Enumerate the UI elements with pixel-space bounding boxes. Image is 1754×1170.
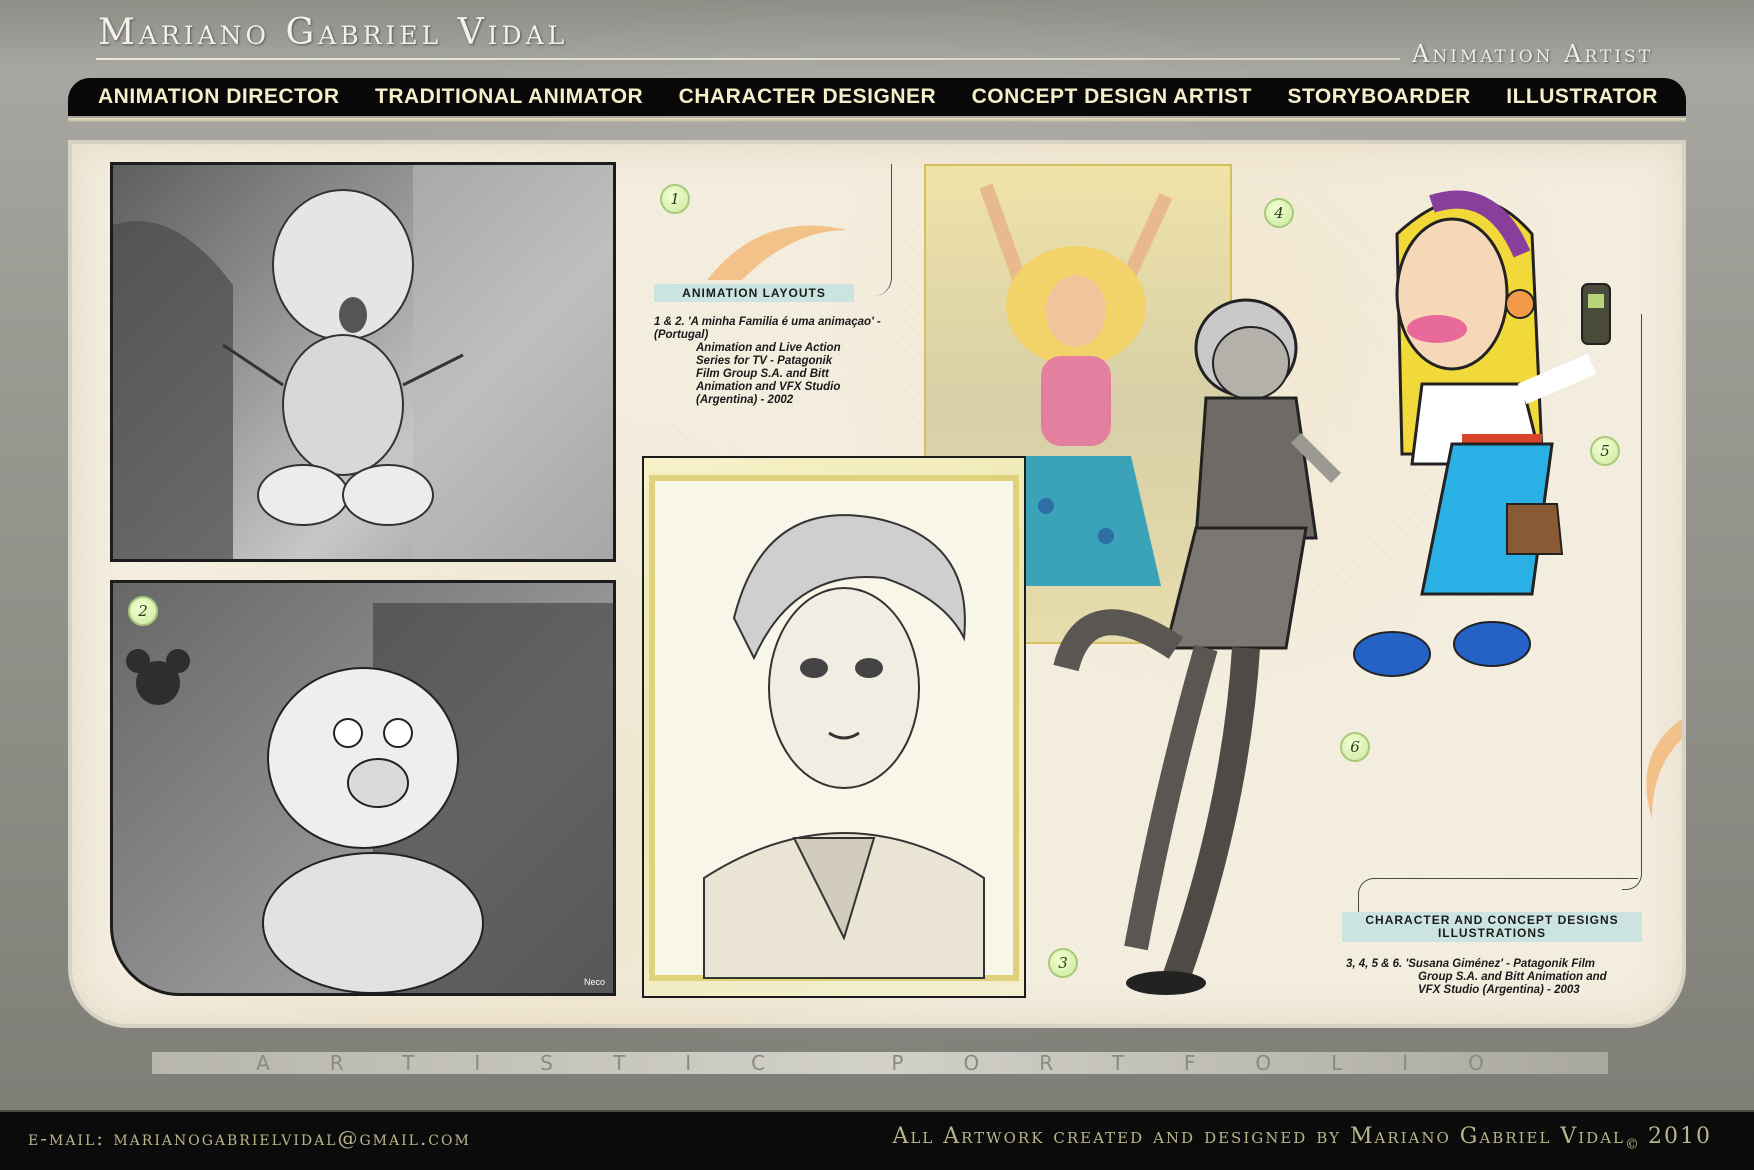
layouts-connector [852, 164, 892, 296]
header-divider [96, 58, 1400, 60]
character-designs-tag: CHARACTER AND CONCEPT DESIGNS ILLUSTRATI… [1342, 912, 1642, 942]
characters-connector-right [1622, 314, 1642, 890]
animation-layouts-caption: 1 & 2. 'A minha Familia é uma animaçao' … [654, 316, 894, 407]
portfolio-panel: Neco 1 ANIMATION LAYOUTS 1 & 2. 'A minha… [68, 140, 1686, 1028]
badge-5: 5 [1590, 436, 1620, 466]
footer-year: 2010 [1648, 1124, 1712, 1149]
characters-caption-prefix: 3, 4, 5 & 6. [1346, 958, 1403, 970]
layout-sketch-1 [113, 165, 613, 559]
nav-underline [68, 118, 1686, 122]
character-6-illustration [1053, 298, 1341, 995]
characters-caption-line-1: Group S.A. and Bitt Animation and [1418, 971, 1607, 983]
pencil-sketch-illustration [649, 475, 1019, 981]
artwork-frame-1[interactable] [110, 162, 616, 562]
layouts-caption-line-3: Film Group S.A. and Bitt [696, 368, 829, 380]
animation-layouts-tag: ANIMATION LAYOUTS [654, 284, 854, 302]
characters-caption-rest: - Patagonik Film [1502, 958, 1595, 970]
footer-credit: All Artwork created and designed by Mari… [892, 1124, 1712, 1152]
artistic-portfolio-banner: ARTISTIC PORTFOLIO [152, 1052, 1608, 1074]
artwork-frame-3[interactable] [642, 456, 1026, 998]
frame-credit: Neco [583, 977, 605, 987]
footer: e-mail: marianogabrielvidal@gmail.com Al… [0, 1110, 1754, 1170]
character-designs-caption: 3, 4, 5 & 6. 'Susana Giménez' - Patagoni… [1346, 958, 1656, 997]
site-subtitle: Animation Artist [1412, 40, 1654, 68]
badge-6: 6 [1340, 732, 1370, 762]
characters-caption-line-2: VFX Studio (Argentina) - 2003 [1418, 984, 1580, 996]
nav-item-concept-design-artist[interactable]: CONCEPT DESIGN ARTIST [972, 85, 1252, 109]
badge-1: 1 [660, 184, 690, 214]
site-title[interactable]: Mariano Gabriel Vidal [98, 12, 568, 53]
nav-item-traditional-animator[interactable]: TRADITIONAL ANIMATOR [375, 85, 643, 109]
main-nav: ANIMATION DIRECTOR TRADITIONAL ANIMATOR … [68, 78, 1686, 116]
layouts-caption-title: 'A minha Familia é uma animaçao' [687, 316, 874, 328]
footer-email-link[interactable]: e-mail: marianogabrielvidal@gmail.com [28, 1126, 471, 1150]
footer-credit-text: All Artwork created and designed by Mari… [892, 1124, 1625, 1149]
nav-item-illustrator[interactable]: ILLUSTRATOR [1506, 85, 1658, 109]
badge-2: 2 [128, 596, 158, 626]
layouts-caption-line-1: Animation and Live Action [696, 342, 841, 354]
badge-4: 4 [1264, 198, 1294, 228]
layouts-caption-line-5: (Argentina) - 2002 [696, 394, 794, 406]
copyright-symbol: © [1625, 1136, 1639, 1153]
layouts-caption-prefix: 1 & 2. [654, 316, 685, 328]
layouts-caption-line-4: Animation and VFX Studio [696, 381, 841, 393]
artwork-frame-2[interactable]: Neco [110, 580, 616, 996]
layout-sketch-2 [113, 583, 613, 993]
character-designs-tag-line-2: ILLUSTRATIONS [1437, 926, 1547, 940]
nav-item-character-designer[interactable]: CHARACTER DESIGNER [679, 85, 937, 109]
layouts-caption-line-2: Series for TV - Patagonik [696, 355, 833, 367]
nav-item-storyboarder[interactable]: STORYBOARDER [1287, 85, 1470, 109]
nav-item-animation-director[interactable]: ANIMATION DIRECTOR [98, 85, 340, 109]
characters-caption-title: 'Susana Giménez' [1405, 958, 1503, 970]
